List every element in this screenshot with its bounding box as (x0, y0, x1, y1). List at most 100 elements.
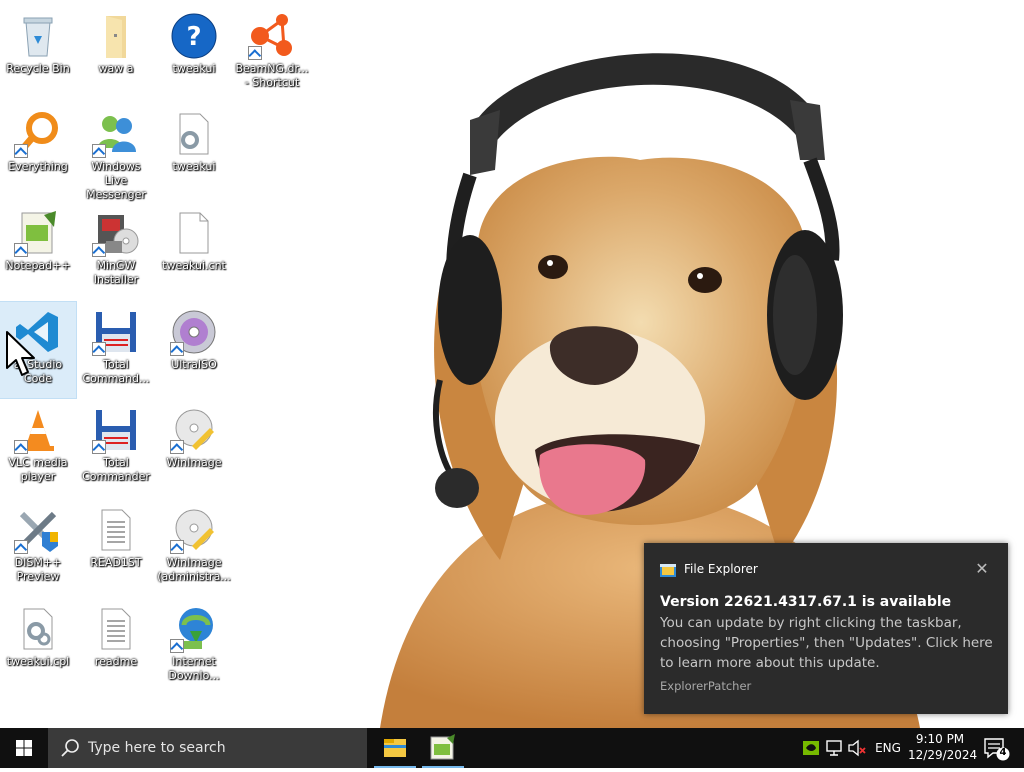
desktop-icon-label: Total Commander (82, 456, 150, 483)
notepadpp-icon (14, 209, 62, 257)
desktop-icon-notepadpp[interactable]: Notepad++ (0, 203, 76, 299)
windows-logo-icon (16, 740, 32, 756)
dism-tools-icon (14, 506, 62, 554)
tray-network[interactable] (824, 728, 846, 768)
desktop-icon-label: tweakui (172, 160, 216, 173)
action-center-button[interactable]: 4 (976, 728, 1016, 768)
search-placeholder: Type here to search (88, 740, 226, 756)
desktop-icon-label: readme (94, 655, 138, 668)
shortcut-arrow-icon (92, 144, 106, 158)
tray-nvidia[interactable] (800, 728, 822, 768)
desktop-icon-windows-live-messenger[interactable]: Windows Live Messenger (78, 104, 154, 201)
desktop-icon-label: Notepad++ (5, 259, 71, 272)
update-notification-toast[interactable]: File Explorer ✕ Version 22621.4317.67.1 … (644, 543, 1008, 714)
desktop-icon-dism-tools[interactable]: DISM++ Preview (0, 500, 76, 596)
winimage-admin-icon (170, 506, 218, 554)
taskbar-notepadpp[interactable] (419, 728, 467, 768)
control-panel-file-icon (14, 605, 62, 653)
messenger-icon (92, 110, 140, 158)
desktop-icon-tweakui[interactable]: tweakui (156, 104, 232, 200)
toast-body-link[interactable]: You can update by right clicking the tas… (660, 613, 995, 673)
file-explorer-small-icon (660, 564, 676, 577)
desktop-icon-readme[interactable]: readme (78, 599, 154, 695)
idm-icon (170, 605, 218, 653)
desktop-icon-total-commander[interactable]: Total Commander (78, 400, 154, 496)
total-commander-icon (92, 406, 140, 454)
desktop-icon-label: Recycle Bin (6, 62, 70, 75)
desktop-icon-internet-download-manager[interactable]: Internet Downlo... (156, 599, 232, 695)
file-explorer-icon (384, 739, 406, 757)
blank-file-icon (170, 209, 218, 257)
search-icon (61, 739, 79, 757)
toast-source: ExplorerPatcher (660, 679, 752, 693)
desktop-icon-label: READ1ST (90, 556, 142, 569)
desktop-icon-winimage[interactable]: WinImage (156, 400, 232, 496)
desktop-icon-label: WinImage (166, 456, 222, 469)
clock-date: 12/29/2024 (908, 748, 978, 762)
taskbar-search-box[interactable]: Type here to search (48, 728, 367, 768)
desktop-icon-tweakui-cpl[interactable]: tweakui.cpl (0, 599, 76, 695)
desktop-icon-everything[interactable]: Everything (0, 104, 76, 200)
desktop[interactable]: Recycle Bin Everything Notepad++ al Stud… (0, 0, 1024, 728)
desktop-icon-total-commander-64[interactable]: Total Command... (78, 302, 154, 398)
shortcut-arrow-icon (14, 144, 28, 158)
desktop-icon-label: BeamNG.dr... - Shortcut (235, 62, 309, 89)
shortcut-arrow-icon (14, 440, 28, 454)
text-file-icon (92, 506, 140, 554)
desktop-icon-beamng-shortcut[interactable]: BeamNG.dr... - Shortcut (234, 6, 310, 102)
tray-volume[interactable] (846, 728, 868, 768)
desktop-icon-label: Everything (8, 160, 68, 173)
notification-count-badge: 4 (999, 747, 1007, 758)
nvidia-icon (803, 741, 819, 755)
desktop-icon-label: waw a (98, 62, 134, 75)
mingw-icon (92, 209, 140, 257)
desktop-icon-recycle-bin[interactable]: Recycle Bin (0, 6, 76, 102)
toast-title: Version 22621.4317.67.1 is available (660, 594, 952, 610)
taskbar-file-explorer[interactable] (371, 728, 419, 768)
shortcut-arrow-icon (92, 342, 106, 356)
folder-icon (92, 12, 140, 60)
desktop-icon-vlc[interactable]: VLC media player (0, 400, 76, 496)
taskbar: Type here to search ENG 9:10 PM 12/29/20… (0, 728, 1024, 768)
everything-search-icon (14, 110, 62, 158)
clock-time: 9:10 PM (915, 732, 965, 746)
shortcut-arrow-icon (14, 540, 28, 554)
desktop-icon-label: Internet Downlo... (168, 655, 220, 682)
mouse-cursor-icon (6, 331, 35, 376)
toast-close-button[interactable]: ✕ (970, 557, 994, 581)
help-icon: ? (170, 12, 218, 60)
desktop-icon-label: WinImage (administra... (157, 556, 231, 583)
start-button[interactable] (0, 728, 48, 768)
shortcut-arrow-icon (170, 440, 184, 454)
recycle-bin-icon (14, 12, 62, 60)
vlc-icon (14, 406, 62, 454)
settings-file-icon (170, 110, 218, 158)
desktop-icon-label: tweakui (172, 62, 216, 75)
shortcut-arrow-icon (14, 243, 28, 257)
desktop-icon-read1st[interactable]: READ1ST (78, 500, 154, 596)
desktop-icon-mingw-installer[interactable]: MinGW Installer (78, 203, 154, 299)
beamng-icon (248, 12, 296, 60)
desktop-icon-label: Total Command... (82, 358, 150, 385)
tray-clock[interactable]: 9:10 PM 12/29/2024 (908, 728, 978, 771)
shortcut-arrow-icon (170, 639, 184, 653)
shortcut-arrow-icon (92, 243, 106, 257)
desktop-icon-winimage-admin[interactable]: WinImage (administra... (156, 500, 232, 596)
tray-language[interactable]: ENG (870, 728, 906, 768)
desktop-icon-label: tweakui.cpl (6, 655, 70, 668)
desktop-icon-tweakui-cnt[interactable]: tweakui.cnt (156, 203, 232, 299)
winimage-icon (170, 406, 218, 454)
desktop-icon-label: tweakui.cnt (162, 259, 226, 272)
total-commander-64-icon (92, 308, 140, 356)
notepadpp-taskbar-icon (430, 734, 455, 760)
shortcut-arrow-icon (248, 46, 262, 60)
svg-text:?: ? (186, 22, 201, 52)
desktop-icon-label: UltraISO (171, 358, 217, 371)
shortcut-arrow-icon (92, 440, 106, 454)
shortcut-arrow-icon (170, 342, 184, 356)
desktop-icon-waw-a[interactable]: waw a (78, 6, 154, 102)
desktop-icon-label: Windows Live Messenger (86, 160, 146, 201)
desktop-icon-ultraiso[interactable]: UltraISO (156, 302, 232, 398)
ultraiso-icon (170, 308, 218, 356)
desktop-icon-tweakui-help[interactable]: ? tweakui (156, 6, 232, 102)
